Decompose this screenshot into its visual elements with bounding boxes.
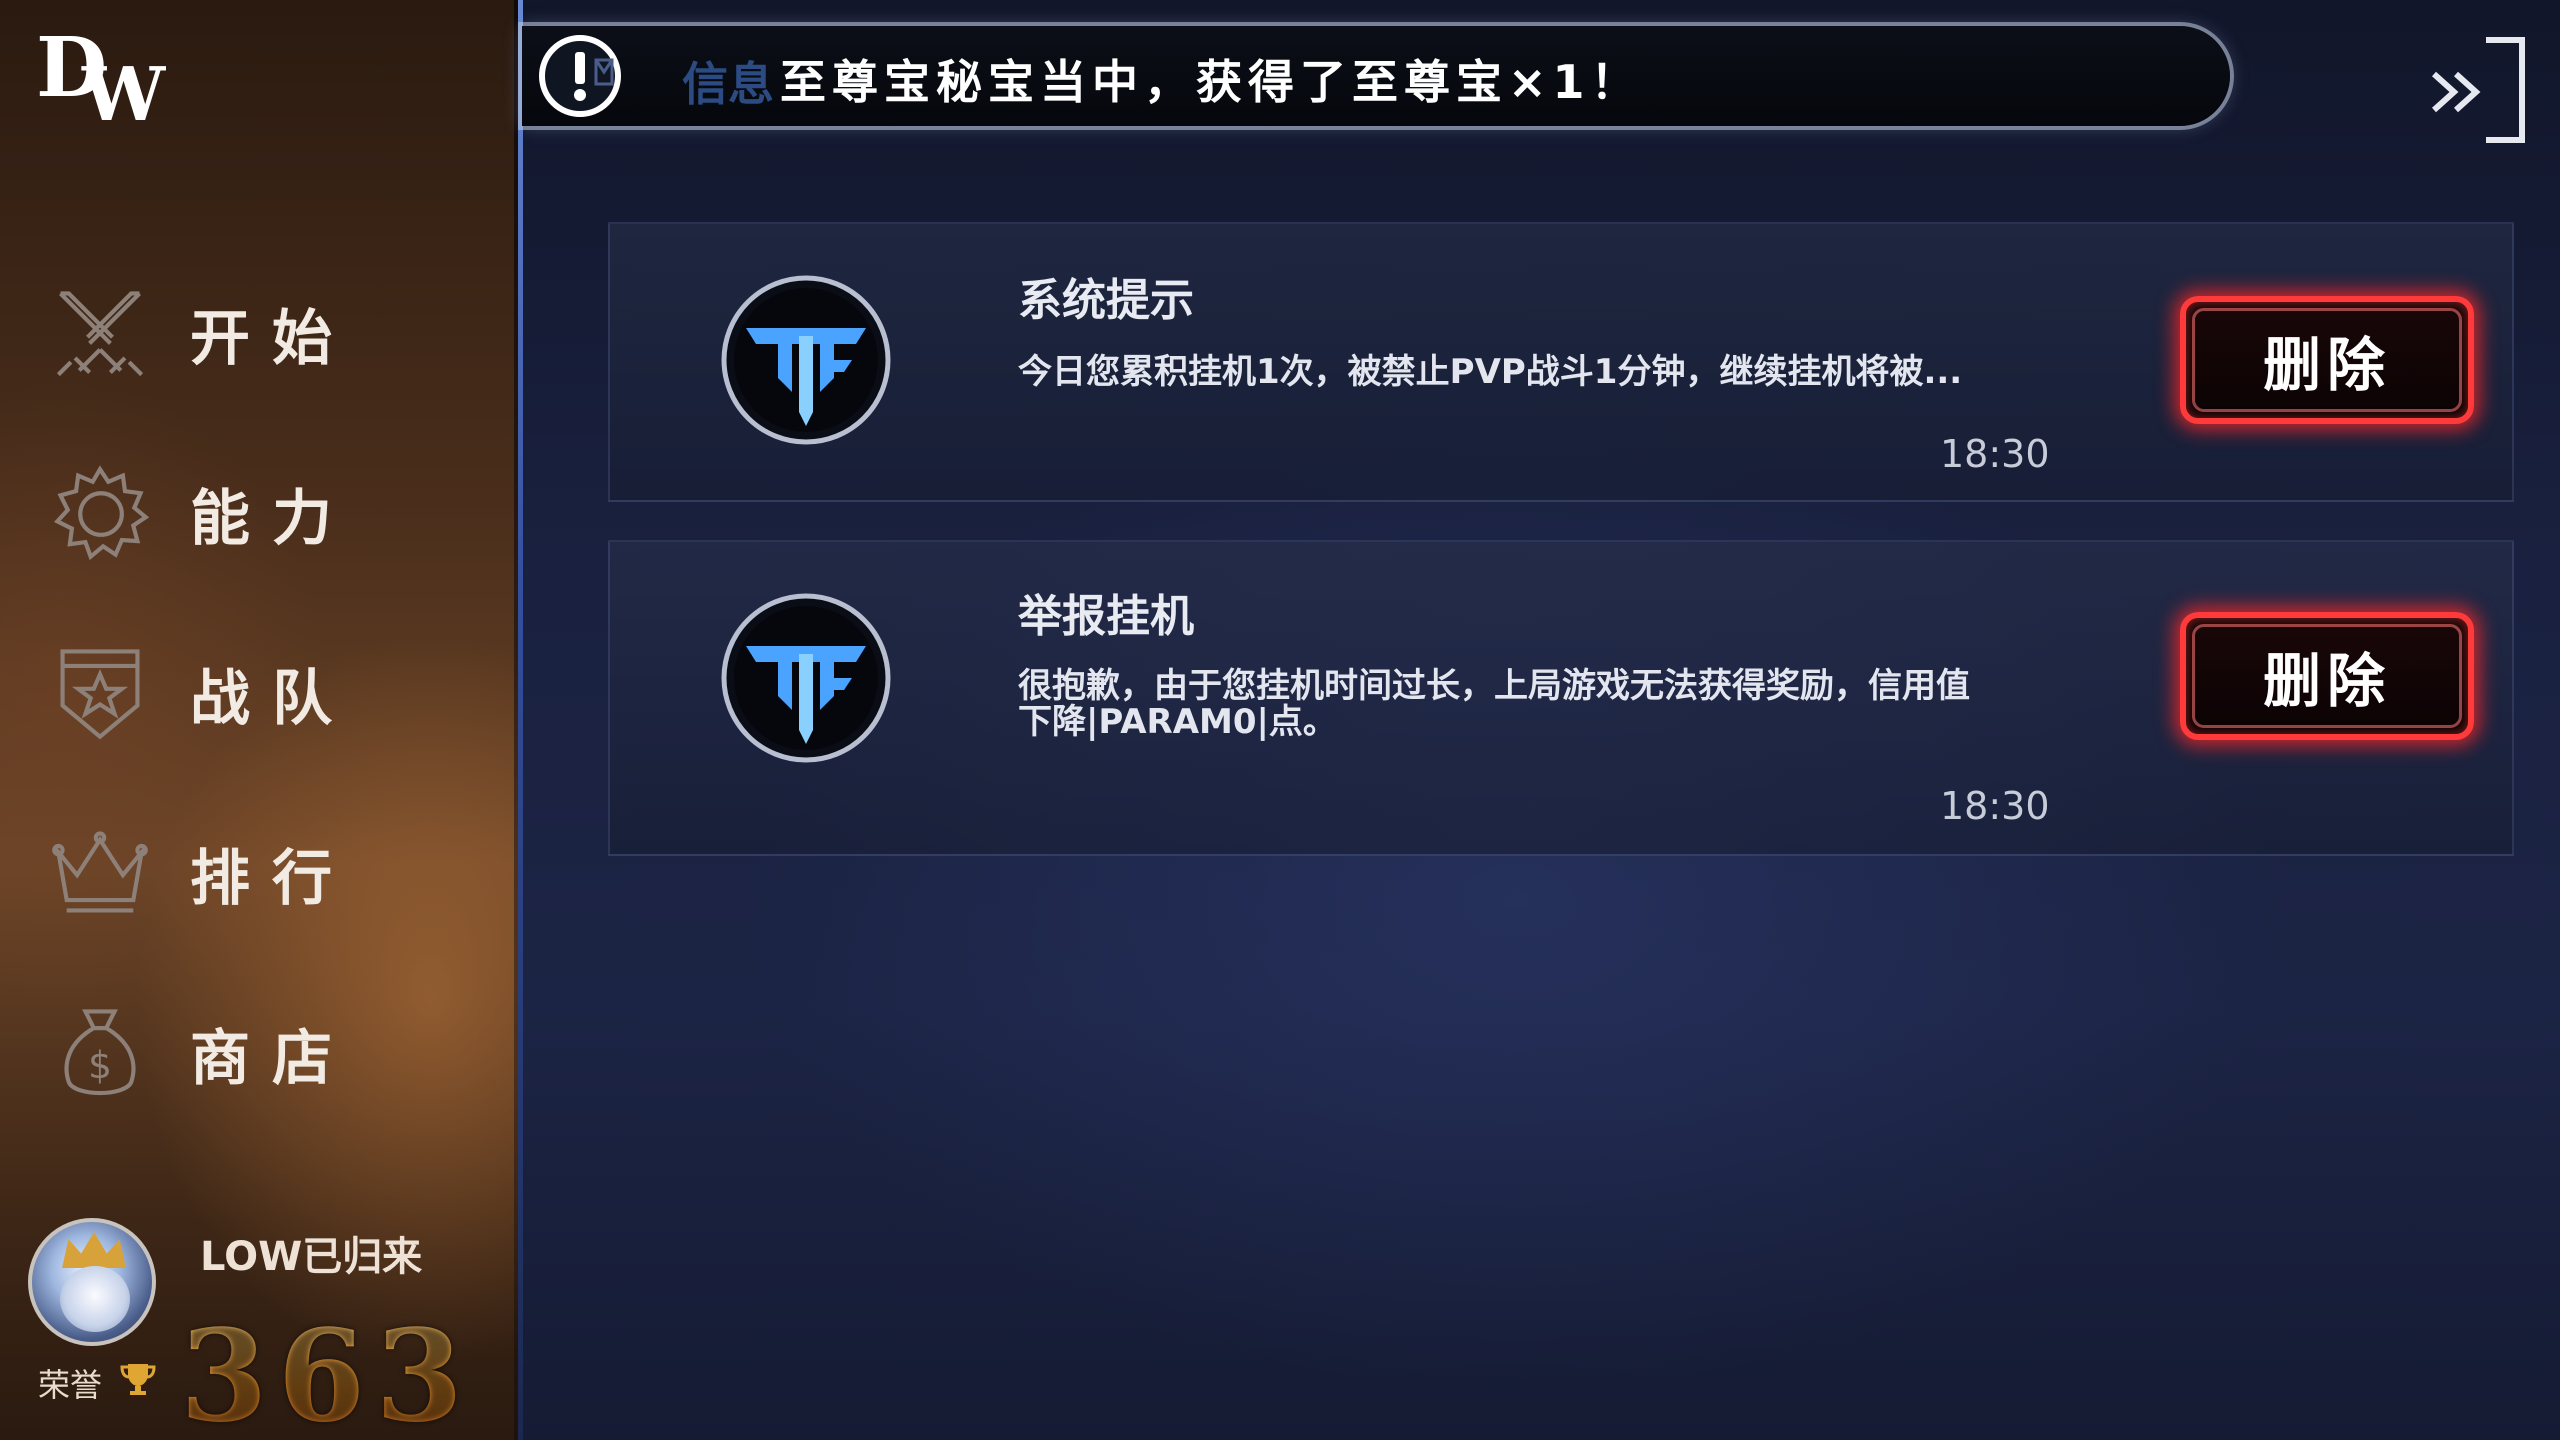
crown-icon (48, 821, 152, 925)
sidebar-item-label: 开始 (190, 303, 354, 374)
honor-score: 363 (180, 1302, 473, 1440)
delete-button-label: 删除 (2262, 331, 2391, 399)
sidebar-item-label: 能力 (190, 483, 354, 554)
sidebar-item-start[interactable]: 开始 (0, 258, 518, 408)
trophy-icon (118, 1358, 158, 1398)
sidebar-item-label: 商店 (190, 1023, 354, 1094)
delete-button[interactable]: 删除 (2180, 612, 2474, 740)
logo-letter-w: W (82, 52, 166, 138)
delete-button[interactable]: 删除 (2180, 296, 2474, 424)
crossed-swords-icon (48, 281, 152, 385)
sidebar-item-ability[interactable]: 能力 (0, 438, 518, 588)
message-time: 18:30 (1940, 784, 2050, 828)
message-title: 系统提示 (1018, 275, 1194, 326)
sidebar-item-label: 战队 (190, 663, 354, 734)
message-body: 今日您累积挂机1次，被禁止PVP战斗1分钟，继续挂机将被... (1018, 352, 1963, 392)
app-logo: D W (36, 20, 176, 138)
message-body-line: 很抱歉，由于您挂机时间过长，上局游戏无法获得奖励，信用值 (1018, 666, 1970, 706)
exit-icon[interactable] (2426, 30, 2536, 150)
message-title: 举报挂机 (1018, 591, 1194, 642)
message-panel: 信息 至尊宝秘宝当中，获得了至尊宝×1！ 系统提示 今日您累积挂机1次，被禁止P… (518, 0, 2560, 1440)
shield-star-icon (48, 641, 152, 745)
honor-label: 荣誉 (38, 1366, 103, 1404)
message-body-line: 下降|PARAM0|点。 (1018, 702, 1337, 742)
notice-text: 至尊宝秘宝当中，获得了至尊宝×1！ (780, 55, 1643, 109)
alert-icon (536, 32, 624, 120)
message-card[interactable]: 系统提示 今日您累积挂机1次，被禁止PVP战斗1分钟，继续挂机将被... 18:… (608, 222, 2514, 502)
username: LOW已归来 (200, 1234, 423, 1280)
sidebar: D W 开始 能力 战队 排行 $ 商店 LOW已归来 荣誉 363 (0, 0, 518, 1440)
notice-ghost-text: 信息 (682, 57, 774, 111)
svg-text:$: $ (88, 1043, 112, 1087)
money-bag-icon: $ (48, 1001, 152, 1105)
sidebar-item-shop[interactable]: $ 商店 (0, 978, 518, 1128)
delete-button-label: 删除 (2262, 647, 2391, 715)
player-profile[interactable]: LOW已归来 荣誉 363 (0, 1210, 518, 1440)
sidebar-item-label: 排行 (190, 843, 354, 914)
notice-bar: 信息 至尊宝秘宝当中，获得了至尊宝×1！ (522, 26, 2230, 126)
sidebar-item-ranking[interactable]: 排行 (0, 798, 518, 948)
message-time: 18:30 (1940, 432, 2050, 476)
game-emblem-icon (720, 274, 892, 446)
gear-icon (48, 461, 152, 565)
message-body: 很抱歉，由于您挂机时间过长，上局游戏无法获得奖励，信用值 下降|PARAM0|点… (1018, 668, 2068, 740)
message-card[interactable]: 举报挂机 很抱歉，由于您挂机时间过长，上局游戏无法获得奖励，信用值 下降|PAR… (608, 540, 2514, 856)
avatar[interactable] (28, 1218, 156, 1346)
game-emblem-icon (720, 592, 892, 764)
sidebar-item-team[interactable]: 战队 (0, 618, 518, 768)
